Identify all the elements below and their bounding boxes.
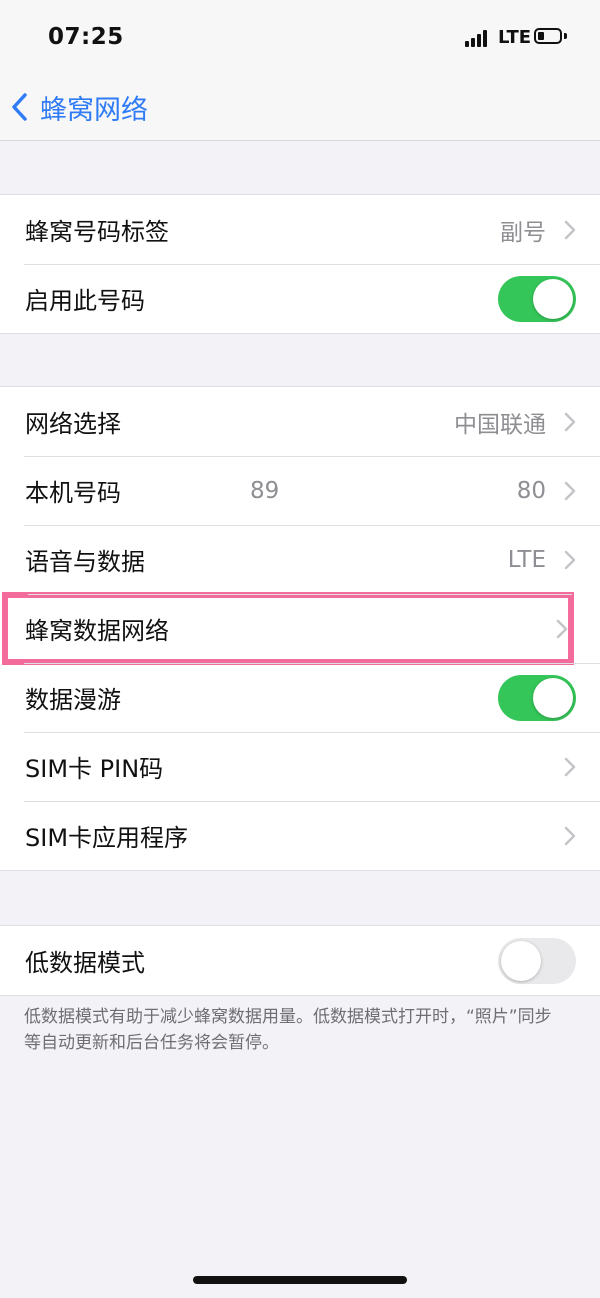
row-label: 蜂窝数据网络: [25, 617, 169, 645]
home-indicator[interactable]: [193, 1276, 407, 1284]
row-label: 本机号码: [25, 479, 121, 507]
battery-tip: [564, 33, 567, 39]
status-bar: 07:25 LTE: [0, 0, 600, 75]
chevron-right-icon: [564, 412, 576, 431]
row-label: 网络选择: [25, 410, 121, 438]
row-label: 启用此号码: [25, 287, 145, 315]
row-value: 中国联通: [454, 411, 546, 438]
row-voice-data[interactable]: 语音与数据 LTE: [0, 525, 600, 594]
battery-icon: [534, 28, 562, 44]
row-value-prefix: 89: [250, 477, 280, 504]
back-button[interactable]: 蜂窝网络: [10, 85, 148, 129]
back-chevron-icon: [12, 93, 27, 121]
network-type-label: LTE: [498, 27, 532, 48]
chevron-right-icon: [564, 550, 576, 569]
row-label: 数据漫游: [25, 686, 121, 714]
row-value: LTE: [507, 546, 546, 573]
navigation-bar: 蜂窝网络: [0, 75, 600, 141]
row-sim-applications[interactable]: SIM卡应用程序: [0, 801, 600, 870]
row-low-data-mode: 低数据模式: [0, 926, 600, 995]
row-sim-pin[interactable]: SIM卡 PIN码: [0, 732, 600, 801]
status-time: 07:25: [48, 24, 124, 50]
row-label: 低数据模式: [25, 949, 145, 977]
row-label: SIM卡应用程序: [25, 824, 189, 852]
row-label: SIM卡 PIN码: [25, 755, 164, 783]
low-data-footer-note: 低数据模式有助于减少蜂窝数据用量。低数据模式打开时，“照片”同步等自动更新和后台…: [24, 1007, 552, 1053]
enable-number-toggle[interactable]: [498, 275, 576, 322]
row-cellular-data-network[interactable]: 蜂窝数据网络: [2, 592, 574, 665]
data-roaming-toggle[interactable]: [498, 674, 576, 721]
toggle-knob: [533, 677, 573, 718]
row-value-suffix: 80: [516, 477, 546, 504]
toggle-knob: [533, 278, 573, 319]
row-number-label[interactable]: 蜂窝号码标签 副号: [0, 195, 600, 264]
row-value: 副号: [500, 219, 546, 246]
signal-icon: [465, 30, 491, 47]
row-label: 语音与数据: [25, 548, 145, 576]
row-data-roaming: 数据漫游: [0, 663, 600, 732]
group-network-settings: 网络选择 中国联通 本机号码 89 80 语音与数据 LTE 蜂窝数据网络 数据…: [0, 386, 600, 871]
group-low-data: 低数据模式: [0, 925, 600, 996]
chevron-right-icon: [564, 481, 576, 500]
low-data-mode-toggle[interactable]: [498, 937, 576, 984]
group-number-settings: 蜂窝号码标签 副号 启用此号码: [0, 194, 600, 334]
chevron-right-icon: [564, 757, 576, 776]
row-my-number[interactable]: 本机号码 89 80: [0, 456, 600, 525]
row-label: 蜂窝号码标签: [25, 218, 169, 246]
row-enable-number: 启用此号码: [0, 264, 600, 333]
chevron-right-icon: [556, 619, 568, 638]
chevron-right-icon: [564, 220, 576, 239]
chevron-right-icon: [564, 826, 576, 845]
toggle-knob: [501, 940, 541, 981]
back-label: 蜂窝网络: [40, 94, 148, 126]
row-network-selection[interactable]: 网络选择 中国联通: [0, 387, 600, 456]
